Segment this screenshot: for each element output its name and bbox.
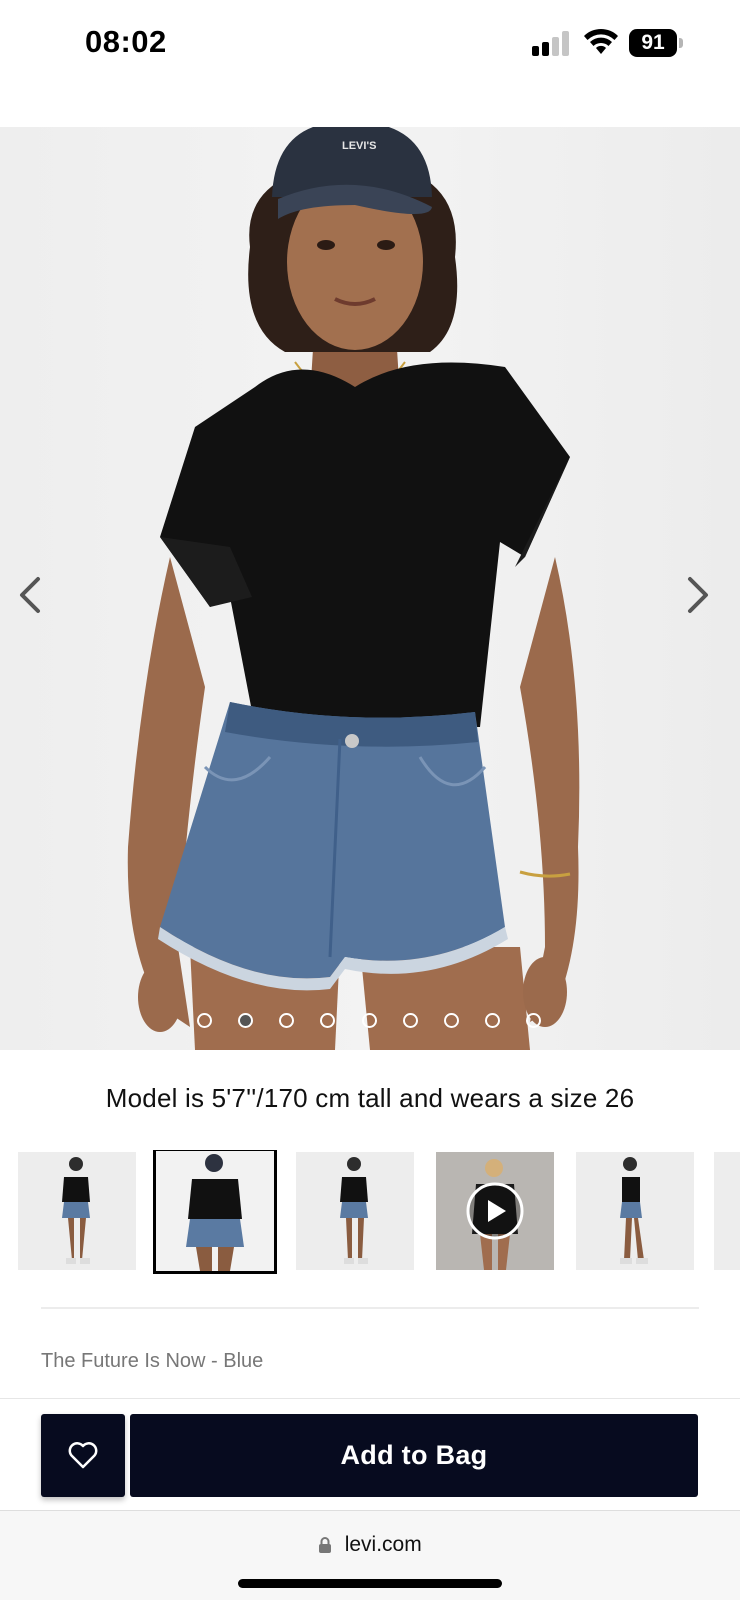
thumbnail-video-4[interactable] — [436, 1152, 554, 1270]
status-bar: 08:02 91 — [0, 0, 740, 90]
model-size-caption: Model is 5'7''/170 cm tall and wears a s… — [105, 1083, 635, 1113]
thumbnail-image-3[interactable] — [296, 1152, 414, 1270]
home-indicator[interactable] — [238, 1579, 502, 1588]
thumbnail-image-5[interactable] — [576, 1152, 694, 1270]
carousel-dot[interactable] — [320, 1013, 335, 1028]
product-image-carousel[interactable]: LEVI'S — [0, 127, 740, 1050]
thumbnail-image-6-partial[interactable] — [714, 1152, 740, 1270]
carousel-dot[interactable] — [485, 1013, 500, 1028]
carousel-dot[interactable] — [444, 1013, 459, 1028]
carousel-dot[interactable] — [362, 1013, 377, 1028]
thumbnail-photo — [466, 1159, 524, 1270]
url-text[interactable]: levi.com — [345, 1533, 422, 1557]
battery-icon: 91 — [629, 29, 683, 57]
carousel-pagination-dots — [0, 1013, 740, 1033]
browser-url-bar[interactable]: levi.com — [0, 1510, 740, 1600]
carousel-dot-active[interactable] — [238, 1013, 253, 1028]
add-to-bag-button[interactable]: Add to Bag — [130, 1414, 698, 1497]
section-divider — [41, 1307, 699, 1309]
wifi-icon — [584, 28, 618, 54]
carousel-dot[interactable] — [197, 1013, 212, 1028]
thumbnail-strip[interactable] — [0, 1150, 740, 1275]
carousel-dot[interactable] — [279, 1013, 294, 1028]
wishlist-button[interactable] — [41, 1414, 125, 1497]
product-photo: LEVI'S — [127, 127, 580, 1050]
thumbnail-image-2-selected[interactable] — [153, 1150, 277, 1274]
next-image-arrow-icon[interactable] — [676, 565, 720, 625]
cap-logo: LEVI'S — [342, 140, 376, 152]
purchase-action-bar: Add to Bag — [0, 1398, 740, 1510]
previous-image-arrow-icon[interactable] — [8, 565, 52, 625]
thumbnail-image-1[interactable] — [18, 1152, 136, 1270]
thumbnail-photo — [340, 1157, 368, 1264]
carousel-dot[interactable] — [403, 1013, 418, 1028]
thumbnail-photo — [186, 1154, 244, 1271]
cellular-signal-icon — [532, 30, 572, 56]
carousel-dot[interactable] — [526, 1013, 541, 1028]
product-name: The Future Is Now - Blue — [41, 1350, 264, 1372]
battery-level: 91 — [629, 29, 677, 57]
status-time: 08:02 — [85, 24, 167, 59]
heart-icon — [68, 1442, 98, 1469]
thumbnail-photo — [62, 1157, 90, 1264]
lock-icon — [319, 1537, 332, 1553]
thumbnail-photo — [620, 1157, 648, 1264]
